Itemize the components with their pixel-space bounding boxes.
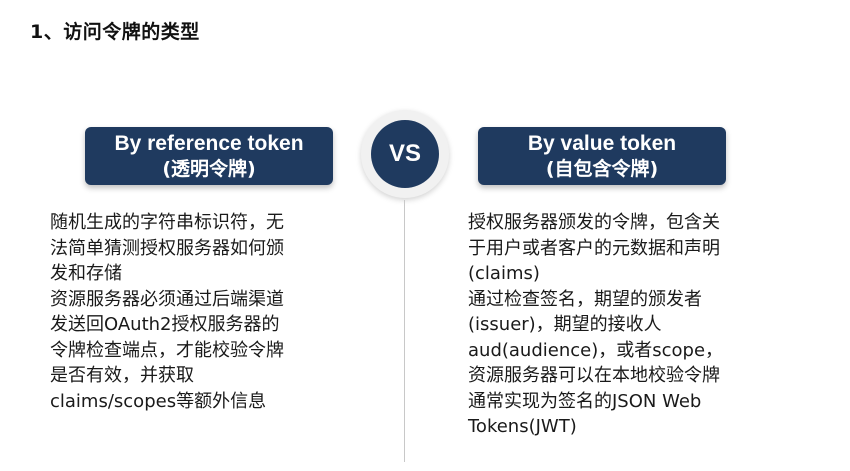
vertical-divider [404, 200, 405, 462]
description-line: Tokens(JWT) [468, 416, 577, 437]
by-reference-token-subtitle: (透明令牌) [162, 158, 256, 180]
description-line: claims/scopes等额外信息 [50, 390, 267, 412]
by-value-token-tag: By value token (自包含令牌) [478, 127, 726, 185]
by-value-token-subtitle: (自包含令牌) [545, 158, 659, 180]
description-line: 通常实现为签名的JSON Web [468, 390, 702, 412]
description-line: 授权服务器颁发的令牌，包含关 [468, 212, 720, 233]
description-line: 发送回OAuth2授权服务器的 [50, 314, 280, 335]
description-line: aud(audience)，或者scope， [468, 339, 724, 361]
description-line: (issuer)，期望的接收人 [468, 314, 662, 335]
vs-circle: VS [371, 120, 439, 188]
description-line: 是否有效，并获取 [50, 365, 194, 386]
by-reference-token-tag: By reference token (透明令牌) [85, 127, 333, 185]
description-line: 令牌检查端点，才能校验令牌 [50, 339, 284, 361]
page-heading: 1、访问令牌的类型 [30, 21, 200, 43]
description-line: 法简单猜测授权服务器如何颁 [50, 237, 284, 259]
by-value-token-title: By value token [527, 132, 677, 155]
by-reference-token-title: By reference token [114, 132, 304, 155]
description-line: 资源服务器必须通过后端渠道 [50, 288, 284, 310]
description-line: 发和存储 [50, 263, 122, 284]
description-line: (claims) [468, 263, 540, 284]
description-line: 资源服务器可以在本地校验令牌 [468, 365, 720, 386]
value-token-description: 授权服务器颁发的令牌，包含关 于用户或者客户的元数据和声明 (claims) 通… [468, 210, 808, 440]
description-line: 通过检查签名，期望的颁发者 [468, 288, 702, 310]
vs-label: VS [388, 140, 421, 167]
reference-token-description: 随机生成的字符串标识符，无 法简单猜测授权服务器如何颁 发和存储 资源服务器必须… [50, 210, 380, 414]
description-line: 于用户或者客户的元数据和声明 [468, 237, 720, 259]
description-line: 随机生成的字符串标识符，无 [50, 212, 284, 233]
vs-badge: VS [361, 110, 449, 198]
